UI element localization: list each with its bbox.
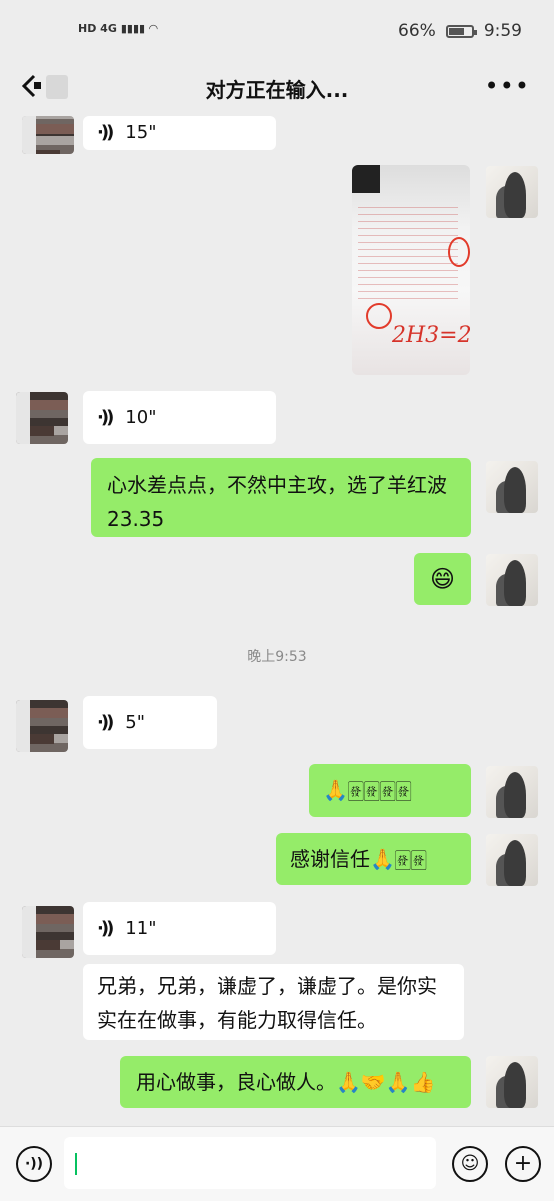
more-icon[interactable]: ••• [485, 72, 530, 100]
photo-handwriting: 2H3=24 [392, 323, 470, 348]
my-avatar[interactable] [486, 834, 538, 886]
status-right: 66% 9:59 [398, 21, 522, 41]
emoji-icon[interactable]: ☺ [452, 1146, 488, 1182]
voice-wave-icon: ·)) [97, 918, 114, 939]
text-message[interactable]: 感谢信任🙏🀅🀅 [276, 833, 471, 885]
text-message[interactable]: 兄弟，兄弟，谦虚了，谦虚了。是你实实在在做事，有能力取得信任。 [83, 964, 464, 1040]
clock: 9:59 [483, 21, 522, 41]
text-message[interactable]: 心水差点点，不然中主攻，选了羊红波23.35 [91, 458, 471, 537]
my-avatar[interactable] [486, 766, 538, 818]
contact-avatar[interactable] [16, 392, 68, 444]
network-indicators: HD 4G ▮▮▮▮ ◠ [78, 22, 158, 35]
network-label: HD 4G [78, 22, 117, 35]
timestamp: 晚上9:53 [247, 649, 307, 665]
my-avatar[interactable] [486, 461, 538, 513]
my-avatar[interactable] [486, 166, 538, 218]
voice-duration: 5" [125, 712, 146, 733]
voice-wave-icon: ·)) [97, 712, 114, 733]
signal-icon: ▮▮▮▮ [120, 22, 146, 35]
my-avatar[interactable] [486, 1056, 538, 1108]
chat-header: 对方正在输入... ••• [0, 60, 554, 115]
voice-wave-icon: ·)) [97, 407, 114, 428]
status-bar: HD 4G ▮▮▮▮ ◠ 66% 9:59 [0, 0, 554, 60]
message-text: 用心做事，良心做人。🙏🤝🙏👍 [136, 1070, 436, 1094]
message-emoji: 😄 [429, 565, 456, 593]
voice-message[interactable]: ·)) 5" [83, 696, 217, 749]
contact-avatar[interactable] [22, 116, 74, 154]
battery-icon [445, 24, 477, 38]
message-text: 兄弟，兄弟，谦虚了，谦虚了。是你实实在在做事，有能力取得信任。 [97, 974, 437, 1032]
message-text: 心水差点点，不然中主攻，选了羊红波23.35 [107, 473, 447, 531]
message-input[interactable] [64, 1137, 436, 1189]
text-cursor [75, 1153, 77, 1175]
battery-percent: 66% [398, 21, 436, 41]
voice-duration: 11" [125, 918, 157, 939]
voice-message[interactable]: ·)) 15" [83, 116, 276, 150]
voice-message[interactable]: ·)) 11" [83, 902, 276, 955]
text-message[interactable]: 用心做事，良心做人。🙏🤝🙏👍 [120, 1056, 471, 1108]
message-text: 感谢信任🙏🀅🀅 [290, 847, 427, 871]
image-message[interactable]: 2H3=24 [352, 165, 470, 375]
input-bar: ·)) ☺ + [0, 1126, 554, 1201]
voice-duration: 10" [125, 407, 157, 428]
contact-avatar[interactable] [22, 906, 74, 958]
text-message[interactable]: 🙏🀅🀅🀅🀅 [309, 764, 471, 817]
voice-message[interactable]: ·)) 10" [83, 391, 276, 444]
message-text: 🙏🀅🀅🀅🀅 [323, 778, 412, 802]
plus-icon[interactable]: + [505, 1146, 541, 1182]
voice-wave-icon: ·)) [97, 122, 114, 143]
chat-title: 对方正在输入... [205, 78, 349, 102]
contact-avatar[interactable] [16, 700, 68, 752]
wifi-icon: ◠ [149, 22, 158, 35]
voice-icon[interactable]: ·)) [16, 1146, 52, 1182]
my-avatar[interactable] [486, 554, 538, 606]
voice-duration: 15" [125, 122, 157, 143]
emoji-message[interactable]: 😄 [414, 553, 471, 605]
